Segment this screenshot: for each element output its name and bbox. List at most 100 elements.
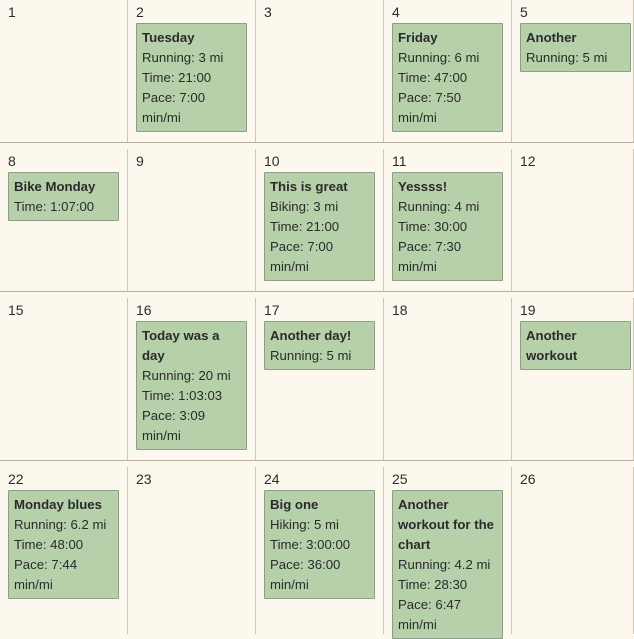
- day-cell[interactable]: 16 Today was a day Running: 20 mi Time: 1:0…: [128, 298, 255, 460]
- column-divider: [127, 0, 128, 142]
- column-divider: [383, 0, 384, 142]
- event-detail: Running: 5 mi: [270, 348, 352, 363]
- day-cell[interactable]: 23: [128, 467, 255, 634]
- workout-event[interactable]: Another workout: [520, 321, 631, 370]
- event-detail: Hiking: 5 mi: [270, 517, 339, 532]
- day-number: 8: [8, 153, 16, 169]
- day-number: 2: [136, 4, 144, 20]
- column-divider: [511, 467, 512, 634]
- day-number: 1: [8, 4, 16, 20]
- column-divider: [127, 298, 128, 460]
- event-detail: min/mi: [398, 110, 437, 125]
- event-detail: Pace: 3:09: [142, 408, 206, 423]
- event-detail: Time: 21:00: [142, 70, 212, 85]
- day-cell[interactable]: 12: [512, 149, 634, 291]
- column-divider: [255, 0, 256, 142]
- week-row: 1 2 Tuesday Running: 3 mi Time: 21:00 Pace: 7…: [0, 0, 634, 142]
- event-title: This is great: [270, 179, 348, 194]
- row-divider: [0, 291, 634, 292]
- column-divider: [511, 149, 512, 291]
- event-title: Another workout: [526, 328, 578, 363]
- event-detail: min/mi: [142, 428, 181, 443]
- day-number: 23: [136, 471, 152, 487]
- day-number: 25: [392, 471, 408, 487]
- day-cell[interactable]: 1: [0, 0, 127, 142]
- workout-event[interactable]: Another Running: 5 mi: [520, 23, 631, 72]
- day-cell[interactable]: 8 Bike Monday Time: 1:07:00: [0, 149, 127, 291]
- day-cell[interactable]: 9: [128, 149, 255, 291]
- event-detail: Running: 5 mi: [526, 50, 608, 65]
- column-divider: [511, 0, 512, 142]
- event-title: Yessss!: [398, 179, 448, 194]
- workout-event[interactable]: Monday blues Running: 6.2 mi Time: 48:00 Pa…: [8, 490, 119, 599]
- workout-event[interactable]: Big one Hiking: 5 mi Time: 3:00:00 Pace: 36…: [264, 490, 375, 599]
- day-cell[interactable]: 10 This is great Biking: 3 mi Time: 21:00 Pa…: [256, 149, 383, 291]
- row-divider: [0, 142, 634, 143]
- column-divider: [255, 149, 256, 291]
- event-detail: Running: 3 mi: [142, 50, 224, 65]
- column-divider: [127, 149, 128, 291]
- workout-event[interactable]: Another day! Running: 5 mi: [264, 321, 375, 370]
- day-number: 19: [520, 302, 536, 318]
- event-detail: min/mi: [142, 110, 181, 125]
- day-cell[interactable]: 19 Another workout: [512, 298, 634, 460]
- event-title: Monday blues: [14, 497, 102, 512]
- event-detail: Running: 20 mi: [142, 368, 231, 383]
- event-detail: min/mi: [398, 617, 437, 632]
- day-number: 16: [136, 302, 152, 318]
- day-cell[interactable]: 11 Yessss! Running: 4 mi Time: 30:00 Pace: 7…: [384, 149, 511, 291]
- week-row: 22 Monday blues Running: 6.2 mi Time: 48:00…: [0, 467, 634, 639]
- day-number: 3: [264, 4, 272, 20]
- event-detail: Pace: 7:00: [142, 90, 206, 105]
- event-detail: Pace: 6:47: [398, 597, 462, 612]
- event-title: Big one: [270, 497, 319, 512]
- event-detail: Pace: 7:50: [398, 90, 462, 105]
- day-cell[interactable]: 24 Big one Hiking: 5 mi Time: 3:00:00 Pace: …: [256, 467, 383, 634]
- day-cell[interactable]: 26: [512, 467, 634, 634]
- event-detail: Time: 1:07:00: [14, 199, 95, 214]
- day-cell[interactable]: 2 Tuesday Running: 3 mi Time: 21:00 Pace: 7:…: [128, 0, 255, 142]
- event-title: Today was a day: [142, 328, 220, 363]
- event-detail: Running: 6.2 mi: [14, 517, 107, 532]
- workout-event[interactable]: Bike Monday Time: 1:07:00: [8, 172, 119, 221]
- day-number: 15: [8, 302, 24, 318]
- event-detail: Time: 30:00: [398, 219, 468, 234]
- calendar-grid: 1 2 Tuesday Running: 3 mi Time: 21:00 Pace: 7…: [0, 0, 634, 639]
- event-title: Another workout for the chart: [398, 497, 494, 552]
- workout-event[interactable]: Yessss! Running: 4 mi Time: 30:00 Pace: 7:3…: [392, 172, 503, 281]
- workout-event[interactable]: Another workout for the chart Running: 4.…: [392, 490, 503, 639]
- workout-event[interactable]: Today was a day Running: 20 mi Time: 1:03:…: [136, 321, 247, 450]
- day-number: 18: [392, 302, 408, 318]
- event-detail: Time: 48:00: [14, 537, 84, 552]
- week-row: 8 Bike Monday Time: 1:07:00 9 10 This is grea…: [0, 149, 634, 291]
- event-detail: Pace: 36:00: [270, 557, 341, 572]
- day-cell[interactable]: 15: [0, 298, 127, 460]
- day-number: 10: [264, 153, 280, 169]
- column-divider: [255, 467, 256, 634]
- day-cell[interactable]: 18: [384, 298, 511, 460]
- event-title: Friday: [398, 30, 438, 45]
- event-detail: Biking: 3 mi: [270, 199, 339, 214]
- event-detail: Running: 4.2 mi: [398, 557, 491, 572]
- day-cell[interactable]: 17 Another day! Running: 5 mi: [256, 298, 383, 460]
- event-title: Tuesday: [142, 30, 195, 45]
- day-cell[interactable]: 25 Another workout for the chart Running: …: [384, 467, 511, 639]
- day-cell[interactable]: 3: [256, 0, 383, 142]
- event-detail: Time: 21:00: [270, 219, 340, 234]
- column-divider: [511, 298, 512, 460]
- event-detail: min/mi: [270, 577, 309, 592]
- day-cell[interactable]: 22 Monday blues Running: 6.2 mi Time: 48:00…: [0, 467, 127, 634]
- workout-event[interactable]: Tuesday Running: 3 mi Time: 21:00 Pace: 7:0…: [136, 23, 247, 132]
- day-number: 17: [264, 302, 280, 318]
- workout-event[interactable]: This is great Biking: 3 mi Time: 21:00 Pace…: [264, 172, 375, 281]
- day-number: 22: [8, 471, 24, 487]
- week-row: 15 16 Today was a day Running: 20 mi Time: 1…: [0, 298, 634, 460]
- workout-event[interactable]: Friday Running: 6 mi Time: 47:00 Pace: 7:50…: [392, 23, 503, 132]
- day-cell[interactable]: 4 Friday Running: 6 mi Time: 47:00 Pace: 7:5…: [384, 0, 511, 142]
- event-title: Bike Monday: [14, 179, 96, 194]
- day-cell[interactable]: 5 Another Running: 5 mi: [512, 0, 634, 142]
- day-number: 26: [520, 471, 536, 487]
- column-divider: [255, 298, 256, 460]
- day-number: 9: [136, 153, 144, 169]
- event-detail: Time: 47:00: [398, 70, 468, 85]
